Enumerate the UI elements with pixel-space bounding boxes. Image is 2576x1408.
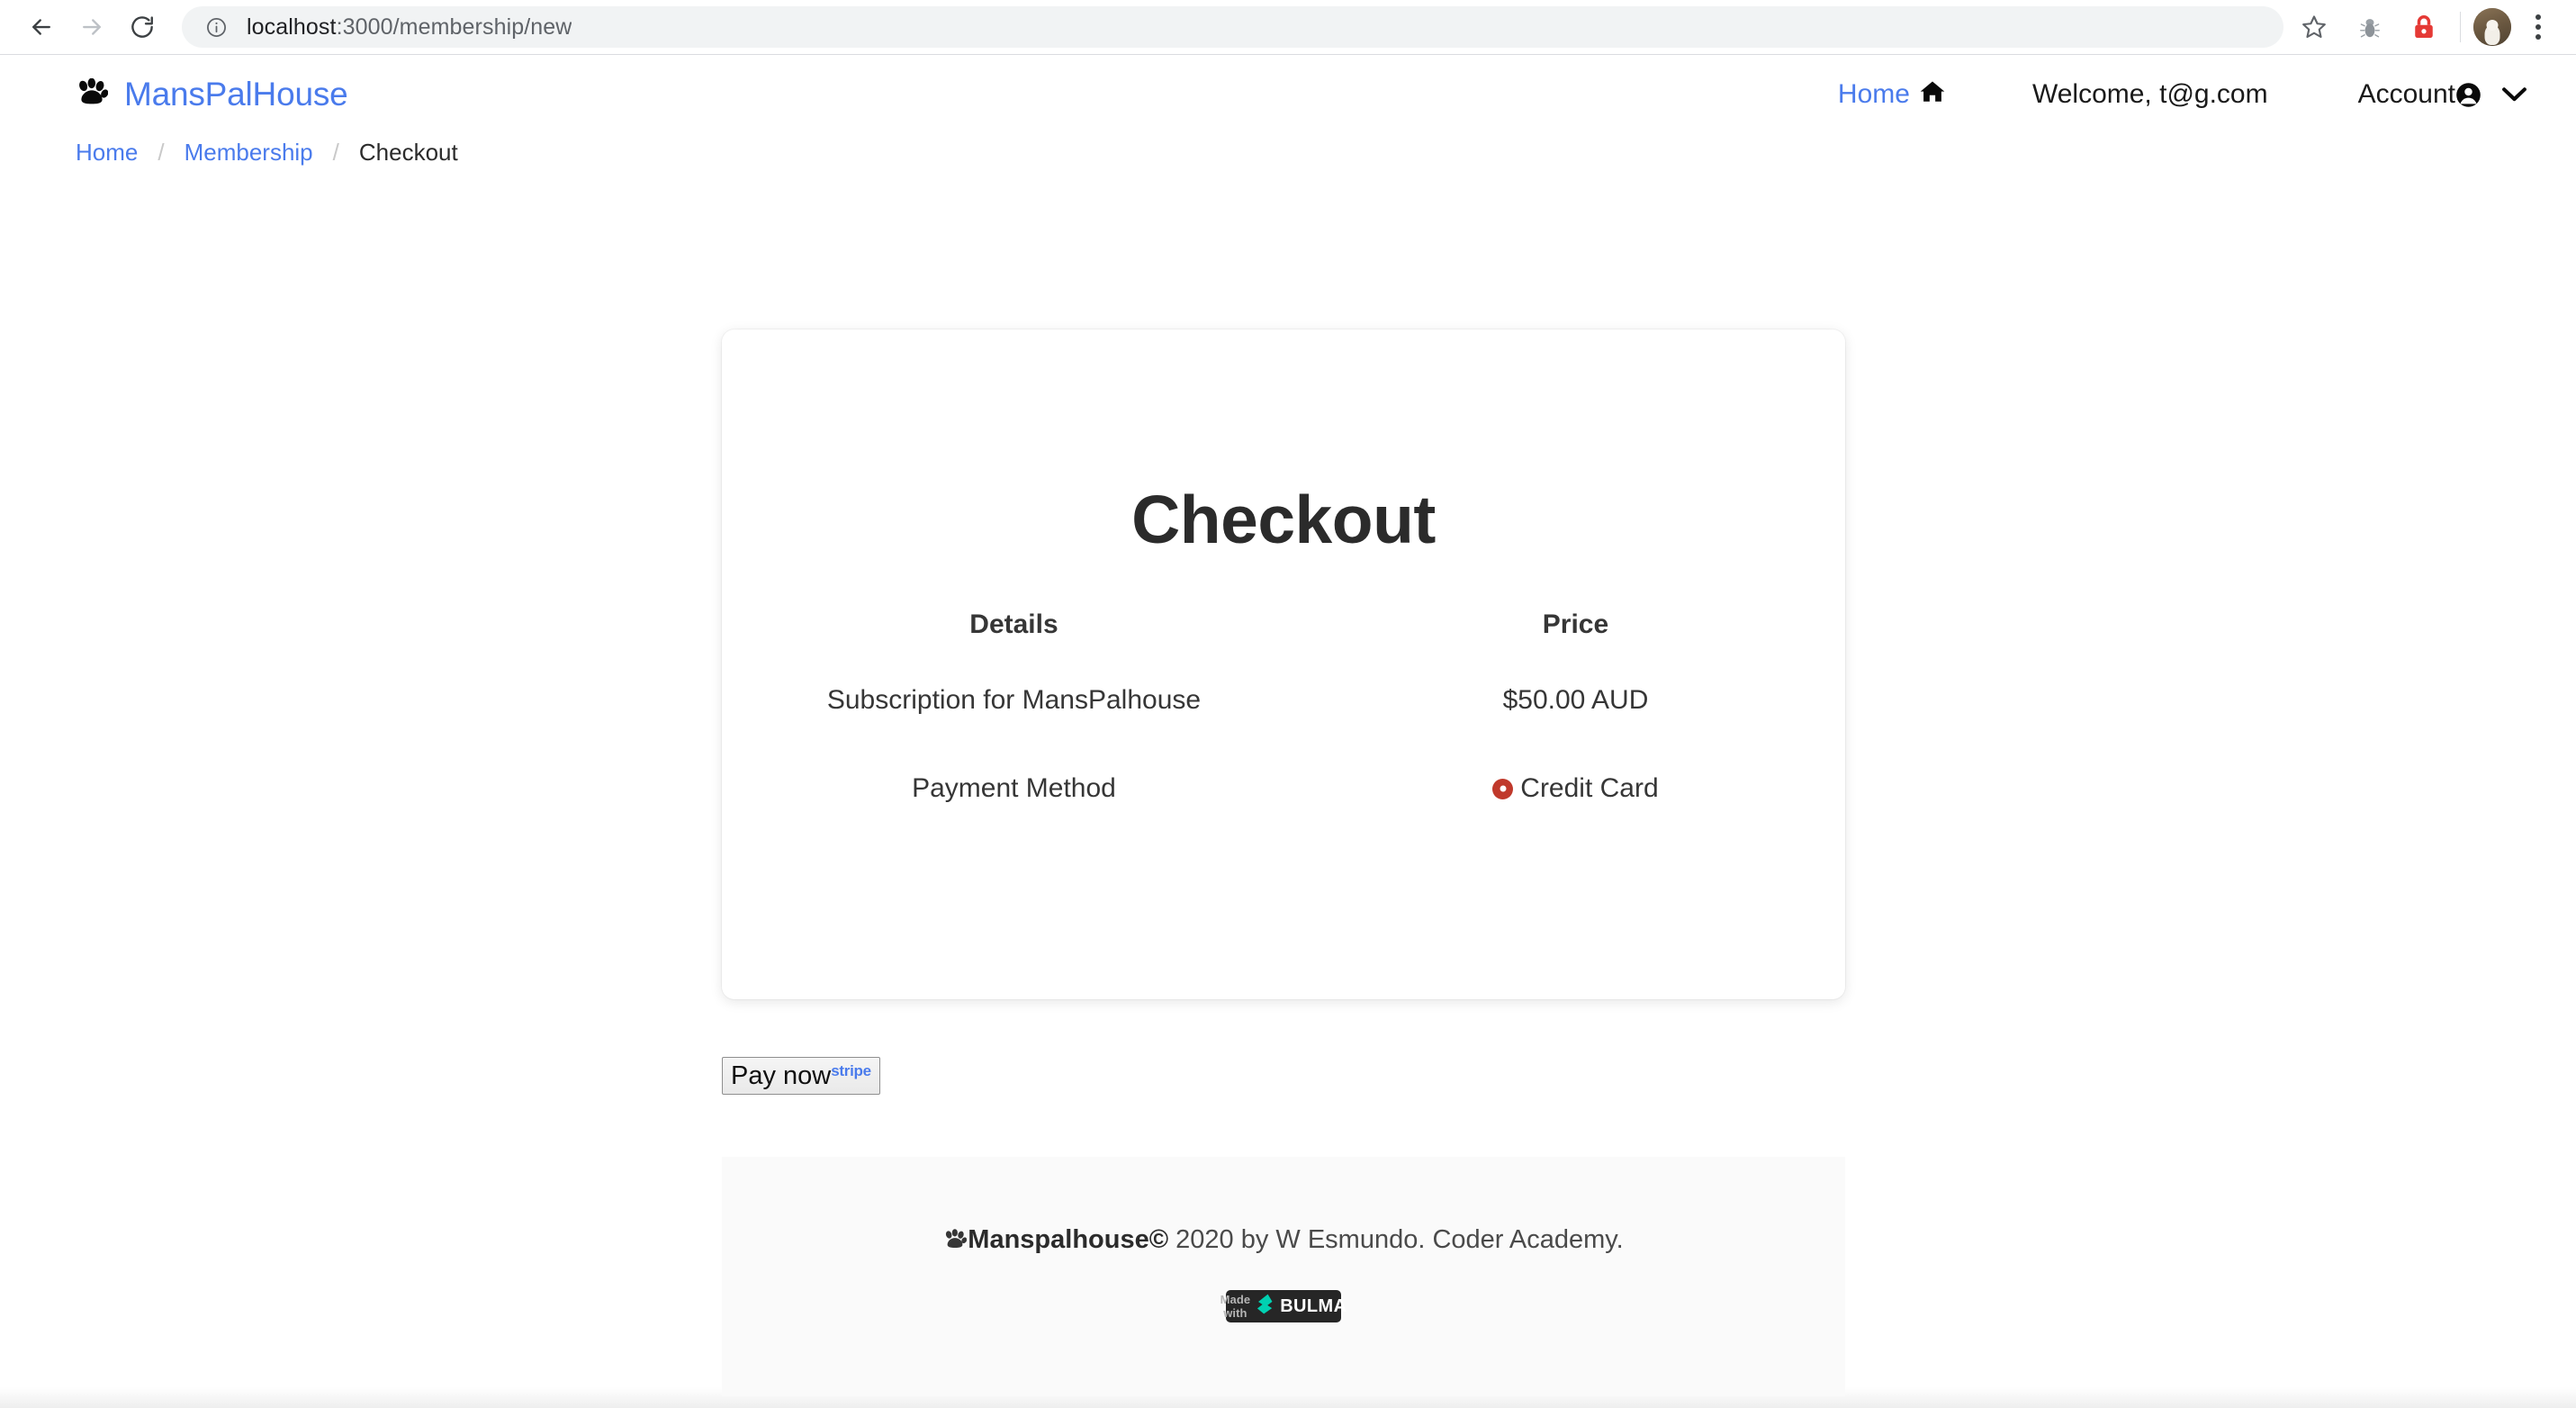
footer-credit-text: 2020 by W Esmundo. Coder Academy. (1168, 1225, 1624, 1254)
breadcrumb-item-membership[interactable]: Membership (185, 139, 313, 167)
menu-dot (2535, 34, 2541, 40)
brand-link[interactable]: MansPalHouse (76, 76, 348, 113)
breadcrumb-item-checkout: Checkout (358, 138, 458, 166)
row-payment-method-value: Credit Card (1306, 745, 1845, 833)
page-content: MansPalHouse Home Welcome, t@g.com Accou… (0, 55, 2576, 1408)
paw-icon (943, 1228, 968, 1258)
toolbar-divider (2460, 12, 2461, 42)
bulma-badge-product: BULMA (1280, 1295, 1347, 1316)
breadcrumb-item-home[interactable]: Home (76, 139, 138, 167)
nav-account-label: Account (2357, 79, 2455, 109)
url-path: :3000/membership/new (336, 14, 572, 40)
breadcrumb-separator: / (332, 138, 339, 166)
breadcrumb-separator: / (158, 138, 165, 166)
menu-dot (2535, 24, 2541, 30)
site-footer: Manspalhouse© 2020 by W Esmundo. Coder A… (722, 1157, 1845, 1396)
table-row: Subscription for MansPalhouse $50.00 AUD (722, 656, 1845, 745)
user-circle-icon (2455, 82, 2481, 108)
nav-account-dropdown[interactable]: Account (2358, 79, 2527, 110)
pay-now-button[interactable]: Pay now stripe (722, 1057, 880, 1095)
footer-brand: Manspalhouse© (968, 1225, 1169, 1254)
footer-credit-line: Manspalhouse© 2020 by W Esmundo. Coder A… (722, 1157, 1845, 1258)
checkout-card: Checkout Details Price Subscription for … (722, 329, 1845, 999)
row-subscription-details: Subscription for MansPalhouse (826, 685, 1202, 715)
brand-name: MansPalHouse (124, 76, 348, 113)
address-bar-url: localhost:3000/membership/new (247, 14, 572, 41)
bug-extension-icon[interactable] (2346, 4, 2393, 50)
avatar-dog-head (2486, 19, 2499, 31)
browser-toolbar: localhost:3000/membership/new (0, 0, 2576, 55)
row-payment-method-label: Payment Method (912, 773, 1116, 803)
browser-menu-button[interactable] (2517, 4, 2560, 50)
row-subscription-price: $50.00 AUD (1502, 685, 1649, 715)
paw-icon (76, 77, 109, 112)
nav-home-label: Home (1837, 79, 1910, 109)
checkout-table: Details Price Subscription for MansPalho… (722, 609, 1845, 833)
column-header-details: Details (969, 609, 1058, 639)
lock-extension-icon[interactable] (2400, 4, 2447, 50)
chevron-down-icon (2501, 86, 2527, 104)
address-bar[interactable]: localhost:3000/membership/new (182, 6, 2283, 48)
nav-home-link[interactable]: Home (1838, 79, 1946, 111)
site-info-icon[interactable] (202, 13, 230, 41)
column-header-price: Price (1542, 609, 1609, 639)
browser-reload-button[interactable] (117, 2, 167, 52)
browser-forward-button[interactable] (67, 2, 117, 52)
profile-avatar[interactable] (2473, 8, 2511, 46)
url-host: localhost (247, 14, 337, 40)
menu-dot (2535, 14, 2541, 20)
bulma-logo-icon (1256, 1294, 1274, 1319)
pay-now-label: Pay now (731, 1061, 832, 1090)
payment-method-option-label: Credit Card (1520, 773, 1659, 803)
bookmark-star-icon[interactable] (2289, 2, 2339, 52)
table-header-row: Details Price (722, 609, 1845, 656)
breadcrumb: Home / Membership / Checkout (0, 134, 2576, 170)
browser-back-button[interactable] (16, 2, 67, 52)
table-row: Payment Method Credit Card (722, 745, 1845, 833)
bulma-badge-made-with: Made with (1220, 1293, 1251, 1320)
stripe-logo-icon: stripe (831, 1062, 871, 1079)
bulma-badge[interactable]: Made with BULMA (1220, 1290, 1347, 1322)
home-icon (1919, 79, 1946, 111)
navbar-right-group: Home Welcome, t@g.com Account (1838, 79, 2527, 111)
radio-selected-icon[interactable] (1492, 778, 1514, 799)
page-title: Checkout (1131, 482, 1436, 557)
nav-welcome-text: Welcome, t@g.com (2031, 79, 2268, 109)
site-navbar: MansPalHouse Home Welcome, t@g.com Accou… (0, 55, 2576, 134)
